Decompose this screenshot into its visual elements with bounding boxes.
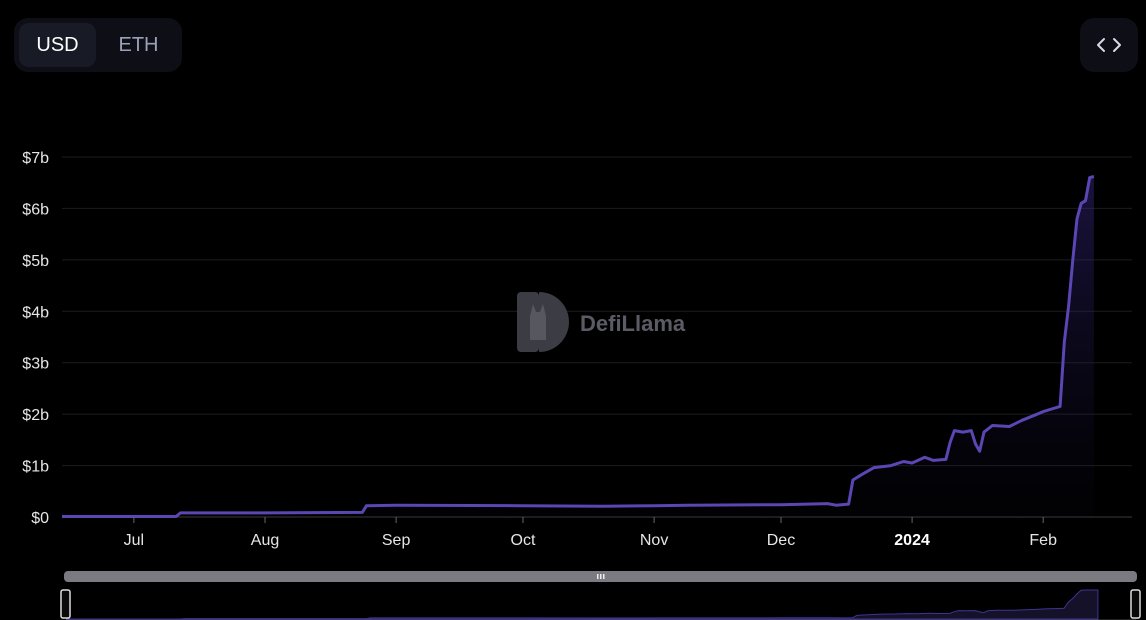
y-tick-label: $7b (22, 150, 49, 167)
brush-left-handle[interactable] (60, 589, 71, 619)
brush-mini-series (66, 589, 1099, 620)
y-tick-label: $6b (22, 201, 49, 218)
x-tick-label: 2024 (894, 532, 930, 549)
x-tick-label: Aug (251, 532, 279, 549)
y-tick-label: $4b (22, 304, 49, 321)
watermark-text: DefiLlama (580, 311, 686, 336)
y-tick-label: $0 (31, 510, 49, 527)
x-tick-label: Jul (124, 532, 144, 549)
brush-grip-icon (597, 574, 605, 579)
y-tick-label: $2b (22, 407, 49, 424)
x-tick-label: Sep (382, 532, 411, 549)
x-tick-label: Oct (511, 532, 536, 549)
x-tick-label: Nov (640, 532, 668, 549)
x-tick-label: Dec (767, 532, 795, 549)
y-tick-label: $3b (22, 356, 49, 373)
tvl-chart: DefiLlama $0 $1b $2b $3b $4b $5b $6b $7b Jul Aug… (22, 150, 1141, 620)
watermark: DefiLlama (517, 292, 686, 352)
y-tick-label: $1b (22, 459, 49, 476)
brush-right-handle[interactable] (1130, 589, 1141, 619)
y-tick-label: $5b (22, 253, 49, 270)
range-brush (60, 571, 1141, 620)
x-tick-label: Feb (1029, 532, 1057, 549)
